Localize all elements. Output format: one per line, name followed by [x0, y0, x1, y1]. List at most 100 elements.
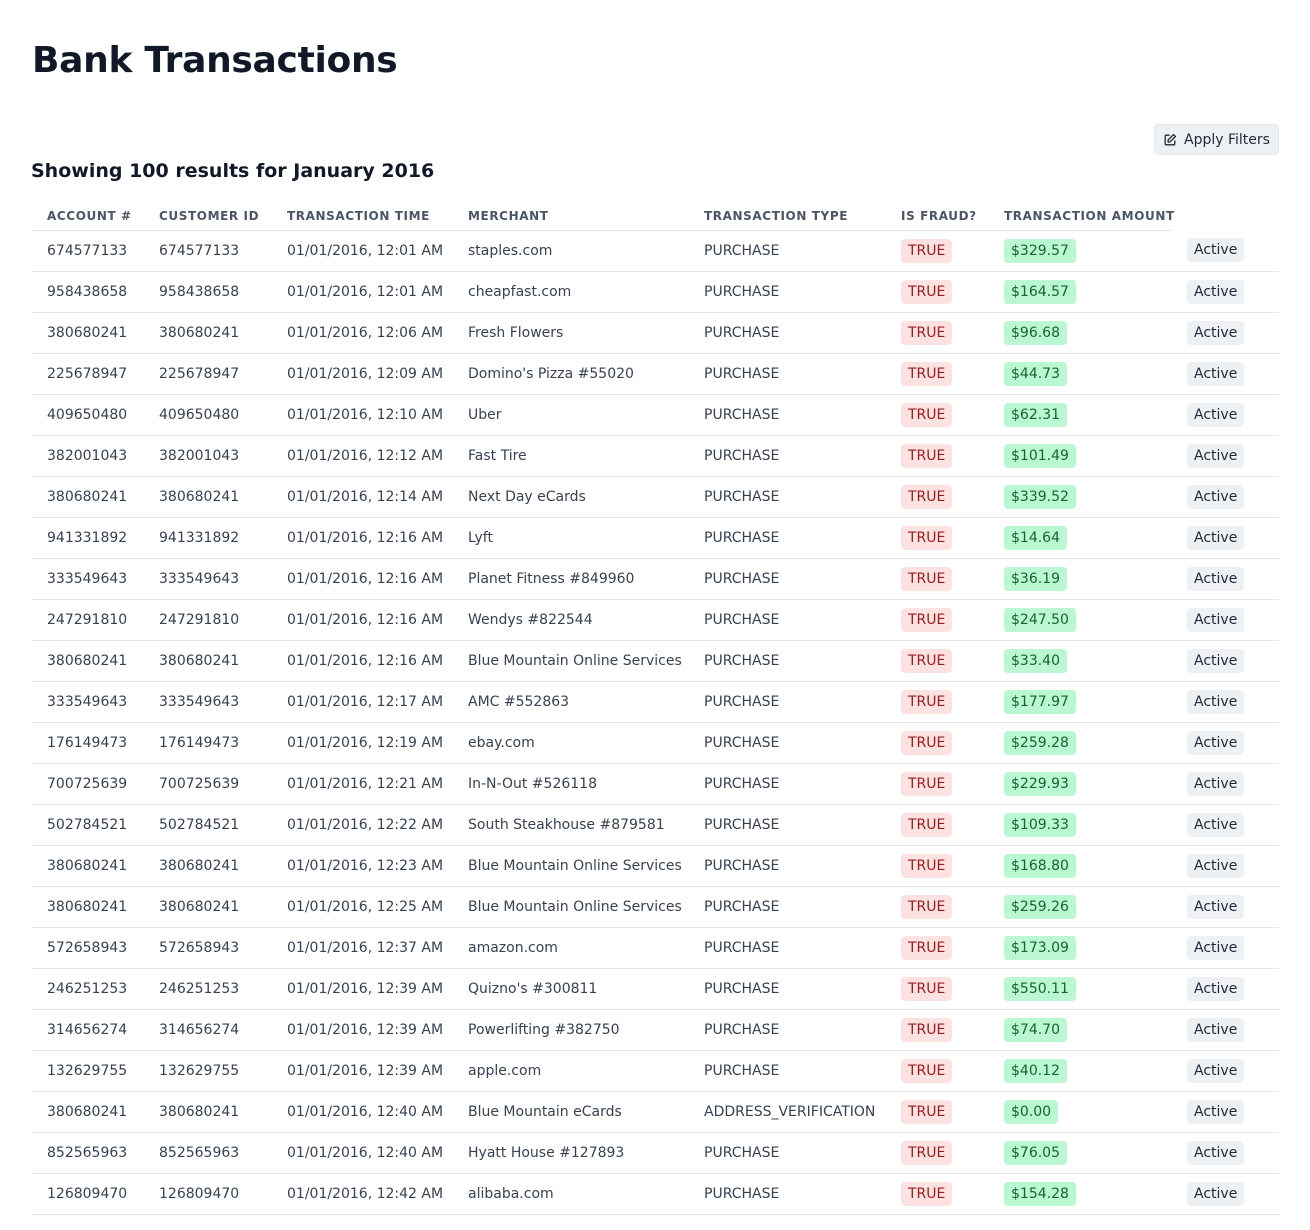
fraud-badge: TRUE [901, 976, 953, 1001]
table-row[interactable]: 958438658 958438658 01/01/2016, 12:01 AM ch… [32, 271, 1279, 313]
table-row[interactable]: 502784521 502784521 01/01/2016, 12:22 AM So… [32, 804, 1279, 846]
cell-status: Active [1172, 312, 1279, 354]
cell-account: 409650480 [32, 394, 144, 436]
cell-account: 380680241 [32, 1091, 144, 1133]
table-row[interactable]: 247291810 247291810 01/01/2016, 12:16 AM We… [32, 599, 1279, 641]
cell-is-fraud: TRUE [886, 1091, 989, 1133]
cell-transaction-time: 01/01/2016, 12:10 AM [272, 394, 453, 436]
cell-transaction-amount: $173.09 [989, 927, 1172, 969]
cell-transaction-amount: $109.33 [989, 804, 1172, 846]
cell-account: 246251253 [32, 968, 144, 1010]
table-row[interactable]: 380680241 380680241 01/01/2016, 12:06 AM Fr… [32, 312, 1279, 354]
column-header-merchant[interactable]: MERCHANT [453, 202, 689, 231]
cell-transaction-amount: $168.80 [989, 845, 1172, 887]
status-badge[interactable]: Active [1187, 771, 1245, 796]
fraud-badge: TRUE [901, 894, 953, 919]
status-badge[interactable]: Active [1187, 1140, 1245, 1165]
status-badge[interactable]: Active [1187, 607, 1245, 632]
status-badge[interactable]: Active [1187, 976, 1245, 1001]
status-badge[interactable]: Active [1187, 443, 1245, 468]
cell-transaction-amount: $550.11 [989, 968, 1172, 1010]
cell-transaction-type: PURCHASE [689, 1132, 886, 1174]
fraud-badge: TRUE [901, 238, 953, 263]
table-row[interactable]: 674577133 674577133 01/01/2016, 12:01 AM st… [32, 230, 1279, 272]
table-row[interactable]: 246251253 246251253 01/01/2016, 12:39 AM Qu… [32, 968, 1279, 1010]
apply-filters-button[interactable]: Apply Filters [1154, 124, 1279, 155]
cell-transaction-time: 01/01/2016, 12:22 AM [272, 804, 453, 846]
status-badge[interactable]: Active [1187, 1058, 1245, 1083]
table-row[interactable]: 333549643 333549643 01/01/2016, 12:16 AM Pl… [32, 558, 1279, 600]
status-badge[interactable]: Active [1187, 525, 1245, 550]
table-row[interactable]: 225678947 225678947 01/01/2016, 12:09 AM Do… [32, 353, 1279, 395]
cell-transaction-time: 01/01/2016, 12:37 AM [272, 927, 453, 969]
cell-transaction-type: PURCHASE [689, 558, 886, 600]
cell-merchant: apple.com [453, 1050, 689, 1092]
amount-badge: $0.00 [1004, 1099, 1059, 1124]
column-header-is-fraud[interactable]: IS FRAUD? [886, 202, 989, 231]
fraud-badge: TRUE [901, 1099, 953, 1124]
status-badge[interactable]: Active [1187, 894, 1245, 919]
cell-is-fraud: TRUE [886, 1009, 989, 1051]
status-badge[interactable]: Active [1187, 1017, 1245, 1042]
table-row[interactable]: 380680241 380680241 01/01/2016, 12:23 AM Bl… [32, 845, 1279, 887]
cell-merchant: Hyatt House #127893 [453, 1132, 689, 1174]
cell-merchant: Lyft [453, 517, 689, 559]
column-header-account[interactable]: ACCOUNT # [32, 202, 144, 231]
table-row[interactable]: 380680241 380680241 01/01/2016, 12:16 AM Bl… [32, 640, 1279, 682]
cell-account: 380680241 [32, 312, 144, 354]
cell-transaction-type: PURCHASE [689, 722, 886, 764]
column-header-transaction-type[interactable]: TRANSACTION TYPE [689, 202, 886, 231]
status-badge[interactable]: Active [1187, 484, 1245, 509]
table-row[interactable]: 380680241 380680241 01/01/2016, 12:40 AM Bl… [32, 1091, 1279, 1133]
cell-account: 380680241 [32, 476, 144, 518]
status-badge[interactable]: Active [1187, 812, 1245, 837]
cell-account: 674577133 [32, 230, 144, 272]
column-header-customer-id[interactable]: CUSTOMER ID [144, 202, 272, 231]
cell-is-fraud: TRUE [886, 599, 989, 641]
status-badge[interactable]: Active [1187, 238, 1245, 263]
column-header-transaction-time[interactable]: TRANSACTION TIME [272, 202, 453, 231]
table-row[interactable]: 333549643 333549643 01/01/2016, 12:17 AM AM… [32, 681, 1279, 723]
amount-badge: $259.26 [1004, 894, 1076, 919]
cell-customer-id: 382001043 [144, 435, 272, 477]
table-row[interactable]: 126809470 126809470 01/01/2016, 12:42 AM al… [32, 1173, 1279, 1215]
table-row[interactable]: 132629755 132629755 01/01/2016, 12:39 AM ap… [32, 1050, 1279, 1092]
amount-badge: $74.70 [1004, 1017, 1067, 1042]
table-row[interactable]: 382001043 382001043 01/01/2016, 12:12 AM Fa… [32, 435, 1279, 477]
table-row[interactable]: 380680241 380680241 01/01/2016, 12:25 AM Bl… [32, 886, 1279, 928]
cell-transaction-amount: $329.57 [989, 230, 1172, 272]
table-row[interactable]: 380680241 380680241 01/01/2016, 12:14 AM Ne… [32, 476, 1279, 518]
status-badge[interactable]: Active [1187, 279, 1245, 304]
fraud-badge: TRUE [901, 443, 953, 468]
cell-status: Active [1172, 845, 1279, 887]
table-row[interactable]: 941331892 941331892 01/01/2016, 12:16 AM Ly… [32, 517, 1279, 559]
column-header-transaction-amount[interactable]: TRANSACTION AMOUNT [989, 202, 1174, 231]
status-badge[interactable]: Active [1187, 689, 1245, 714]
fraud-badge: TRUE [901, 566, 953, 591]
status-badge[interactable]: Active [1187, 320, 1245, 345]
status-badge[interactable]: Active [1187, 361, 1245, 386]
cell-customer-id: 380680241 [144, 312, 272, 354]
amount-badge: $44.73 [1004, 361, 1067, 386]
cell-transaction-amount: $36.19 [989, 558, 1172, 600]
cell-is-fraud: TRUE [886, 476, 989, 518]
cell-account: 333549643 [32, 558, 144, 600]
status-badge[interactable]: Active [1187, 402, 1245, 427]
table-row[interactable]: 572658943 572658943 01/01/2016, 12:37 AM am… [32, 927, 1279, 969]
cell-transaction-type: PURCHASE [689, 230, 886, 272]
table-row[interactable]: 700725639 700725639 01/01/2016, 12:21 AM In… [32, 763, 1279, 805]
status-badge[interactable]: Active [1187, 853, 1245, 878]
status-badge[interactable]: Active [1187, 1099, 1245, 1124]
status-badge[interactable]: Active [1187, 566, 1245, 591]
cell-transaction-type: PURCHASE [689, 353, 886, 395]
table-row[interactable]: 176149473 176149473 01/01/2016, 12:19 AM eb… [32, 722, 1279, 764]
cell-account: 852565963 [32, 1132, 144, 1174]
table-row[interactable]: 409650480 409650480 01/01/2016, 12:10 AM Ub… [32, 394, 1279, 436]
table-row[interactable]: 314656274 314656274 01/01/2016, 12:39 AM Po… [32, 1009, 1279, 1051]
status-badge[interactable]: Active [1187, 730, 1245, 755]
table-row[interactable]: 852565963 852565963 01/01/2016, 12:40 AM Hy… [32, 1132, 1279, 1174]
status-badge[interactable]: Active [1187, 648, 1245, 673]
cell-transaction-amount: $40.12 [989, 1050, 1172, 1092]
status-badge[interactable]: Active [1187, 935, 1245, 960]
status-badge[interactable]: Active [1187, 1181, 1245, 1206]
